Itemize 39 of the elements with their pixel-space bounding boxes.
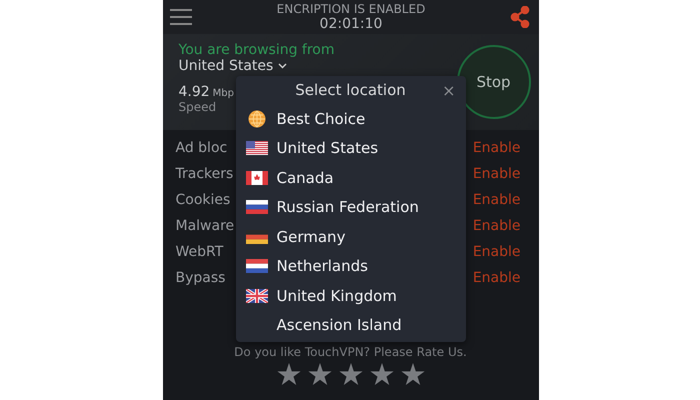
location-item[interactable]: Netherlands xyxy=(236,252,466,281)
speed-label: Speed xyxy=(178,100,216,114)
share-icon[interactable] xyxy=(510,6,530,28)
flag-icon xyxy=(246,230,268,244)
flag-icon xyxy=(246,200,268,214)
flag-icon xyxy=(246,170,268,185)
feature-label: Malware xyxy=(176,218,234,234)
dialog-title: Select location xyxy=(295,81,406,99)
globe-icon xyxy=(246,110,268,128)
star-icon[interactable] xyxy=(370,363,394,386)
flag-icon xyxy=(246,259,268,274)
feature-label: Trackers xyxy=(176,166,234,182)
rating-prompt: Do you like TouchVPN? Please Rate Us. xyxy=(234,345,467,359)
star-icon[interactable] xyxy=(338,363,362,386)
star-icon[interactable] xyxy=(308,363,332,386)
stop-button[interactable]: Stop xyxy=(456,45,530,119)
chevron-icon[interactable] xyxy=(278,63,288,69)
feature-label: Cookies xyxy=(176,192,230,208)
feature-label: Ad bloc xyxy=(176,140,228,156)
location-item[interactable]: Russian Federation xyxy=(236,192,466,222)
star-icon[interactable] xyxy=(400,363,424,386)
flag-icon xyxy=(246,288,268,303)
current-location[interactable]: United States xyxy=(178,58,274,74)
browsing-prompt: You are browsing from xyxy=(178,42,334,58)
location-item[interactable]: United Kingdom xyxy=(236,281,466,310)
star-icon[interactable] xyxy=(276,363,300,386)
location-item[interactable]: Canada xyxy=(236,163,466,192)
connection-timer: 02:01:10 xyxy=(320,16,382,32)
close-button[interactable]: × xyxy=(442,83,456,99)
flag-icon xyxy=(246,141,268,156)
location-item[interactable]: Ascension Island xyxy=(236,310,466,340)
feature-label: WebRT xyxy=(176,244,224,260)
location-item[interactable]: Germany xyxy=(236,222,466,252)
speed-value: 4.92 xyxy=(178,84,210,100)
location-item[interactable]: United States xyxy=(236,134,466,163)
menu-icon[interactable] xyxy=(170,9,192,25)
feature-label: Bypass xyxy=(176,270,226,286)
speed-unit: Mbp xyxy=(212,88,234,99)
encryption-status: ENCRIPTION IS ENABLED xyxy=(276,2,426,16)
